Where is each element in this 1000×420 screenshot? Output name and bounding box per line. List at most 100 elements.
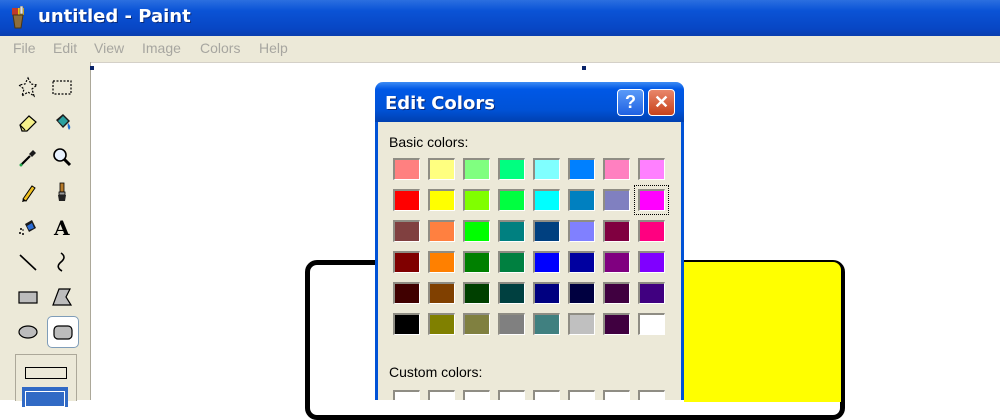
color-swatch[interactable] [498, 282, 525, 304]
color-swatch[interactable] [603, 313, 630, 335]
help-button[interactable]: ? [617, 89, 644, 116]
color-swatch[interactable] [393, 189, 420, 211]
magnifier-icon[interactable] [47, 142, 77, 172]
help-icon: ? [625, 92, 636, 112]
eraser-icon[interactable] [13, 107, 43, 137]
color-swatch[interactable] [568, 158, 595, 180]
custom-color-swatch[interactable] [428, 390, 455, 400]
color-swatch[interactable] [568, 313, 595, 335]
color-swatch[interactable] [463, 251, 490, 273]
color-swatch[interactable] [568, 251, 595, 273]
color-swatch[interactable] [498, 251, 525, 273]
fill-style-outline-option[interactable] [25, 367, 67, 379]
title-bar[interactable]: untitled - Paint [0, 0, 1000, 36]
dialog-title: Edit Colors [385, 93, 495, 114]
airbrush-icon[interactable] [13, 212, 43, 242]
color-swatch[interactable] [533, 189, 560, 211]
pencil-icon[interactable] [13, 177, 43, 207]
color-swatch[interactable] [428, 189, 455, 211]
color-swatch[interactable] [463, 189, 490, 211]
custom-color-swatch[interactable] [533, 390, 560, 400]
custom-color-swatch[interactable] [638, 390, 665, 400]
close-button[interactable]: ✕ [648, 89, 675, 116]
free-form-select-icon[interactable] [13, 72, 43, 102]
menu-image[interactable]: Image [142, 40, 181, 56]
fill-bucket-icon[interactable] [47, 107, 77, 137]
color-swatch[interactable] [498, 313, 525, 335]
canvas-resize-handle[interactable] [582, 66, 586, 70]
menu-colors[interactable]: Colors [200, 40, 240, 56]
selected-swatch-outline [634, 185, 669, 215]
menu-edit[interactable]: Edit [53, 40, 77, 56]
svg-text:A: A [53, 216, 70, 238]
tool-options-box [15, 354, 77, 407]
menu-help[interactable]: Help [259, 40, 288, 56]
color-swatch[interactable] [463, 158, 490, 180]
ellipse-icon[interactable] [13, 317, 43, 347]
color-swatch[interactable] [638, 282, 665, 304]
dialog-title-bar[interactable]: Edit Colors ? ✕ [375, 82, 684, 122]
color-swatch[interactable] [428, 220, 455, 242]
color-swatch[interactable] [568, 220, 595, 242]
color-swatch[interactable] [533, 251, 560, 273]
color-swatch[interactable] [428, 282, 455, 304]
basic-colors-label: Basic colors: [389, 134, 469, 150]
color-swatch[interactable] [533, 220, 560, 242]
curve-icon[interactable] [47, 247, 77, 277]
color-swatch[interactable] [533, 282, 560, 304]
color-swatch[interactable] [638, 313, 665, 335]
rounded-rectangle-icon[interactable] [47, 316, 79, 348]
color-swatch[interactable] [463, 220, 490, 242]
color-swatch[interactable] [428, 313, 455, 335]
color-swatch[interactable] [533, 313, 560, 335]
color-swatch[interactable] [393, 220, 420, 242]
custom-colors-label: Custom colors: [389, 364, 483, 380]
color-swatch[interactable] [533, 158, 560, 180]
color-swatch[interactable] [568, 189, 595, 211]
color-swatch[interactable] [498, 189, 525, 211]
custom-color-swatch[interactable] [498, 390, 525, 400]
text-icon[interactable]: A [47, 212, 77, 242]
menu-file[interactable]: File [13, 40, 36, 56]
custom-color-swatch[interactable] [463, 390, 490, 400]
color-swatch[interactable] [638, 251, 665, 273]
color-swatch[interactable] [393, 251, 420, 273]
line-icon[interactable] [13, 247, 43, 277]
color-swatch[interactable] [393, 158, 420, 180]
canvas-resize-handle[interactable] [90, 66, 94, 70]
color-swatch[interactable] [463, 282, 490, 304]
color-swatch[interactable] [638, 220, 665, 242]
pick-color-icon[interactable] [13, 142, 43, 172]
color-swatch[interactable] [463, 313, 490, 335]
edit-colors-dialog: Edit Colors ? ✕ Basic colors: Custom col… [375, 82, 684, 400]
color-swatch[interactable] [393, 282, 420, 304]
color-swatch[interactable] [393, 313, 420, 335]
custom-color-swatch[interactable] [393, 390, 420, 400]
toolbox: A [0, 62, 91, 400]
color-swatch[interactable] [603, 220, 630, 242]
custom-color-swatch[interactable] [603, 390, 630, 400]
window-title: untitled - Paint [38, 6, 191, 27]
fill-style-selected-option[interactable] [22, 387, 68, 407]
color-swatch[interactable] [568, 282, 595, 304]
select-icon[interactable] [47, 72, 77, 102]
color-swatch[interactable] [638, 158, 665, 180]
color-swatch[interactable] [498, 220, 525, 242]
color-swatch[interactable] [603, 158, 630, 180]
drawn-yellow-fill [684, 262, 841, 402]
menu-view[interactable]: View [94, 40, 124, 56]
color-swatch[interactable] [428, 158, 455, 180]
color-swatch[interactable] [498, 158, 525, 180]
menu-bar: File Edit View Image Colors Help [0, 36, 1000, 63]
color-swatch[interactable] [603, 189, 630, 211]
paint-app-icon[interactable] [8, 5, 30, 30]
color-swatch[interactable] [603, 282, 630, 304]
close-icon: ✕ [653, 92, 670, 112]
brush-icon[interactable] [47, 177, 77, 207]
polygon-icon[interactable] [47, 282, 77, 312]
dialog-body: Basic colors: Custom colors: [375, 122, 684, 400]
custom-color-swatch[interactable] [568, 390, 595, 400]
color-swatch[interactable] [428, 251, 455, 273]
rectangle-icon[interactable] [13, 282, 43, 312]
color-swatch[interactable] [603, 251, 630, 273]
